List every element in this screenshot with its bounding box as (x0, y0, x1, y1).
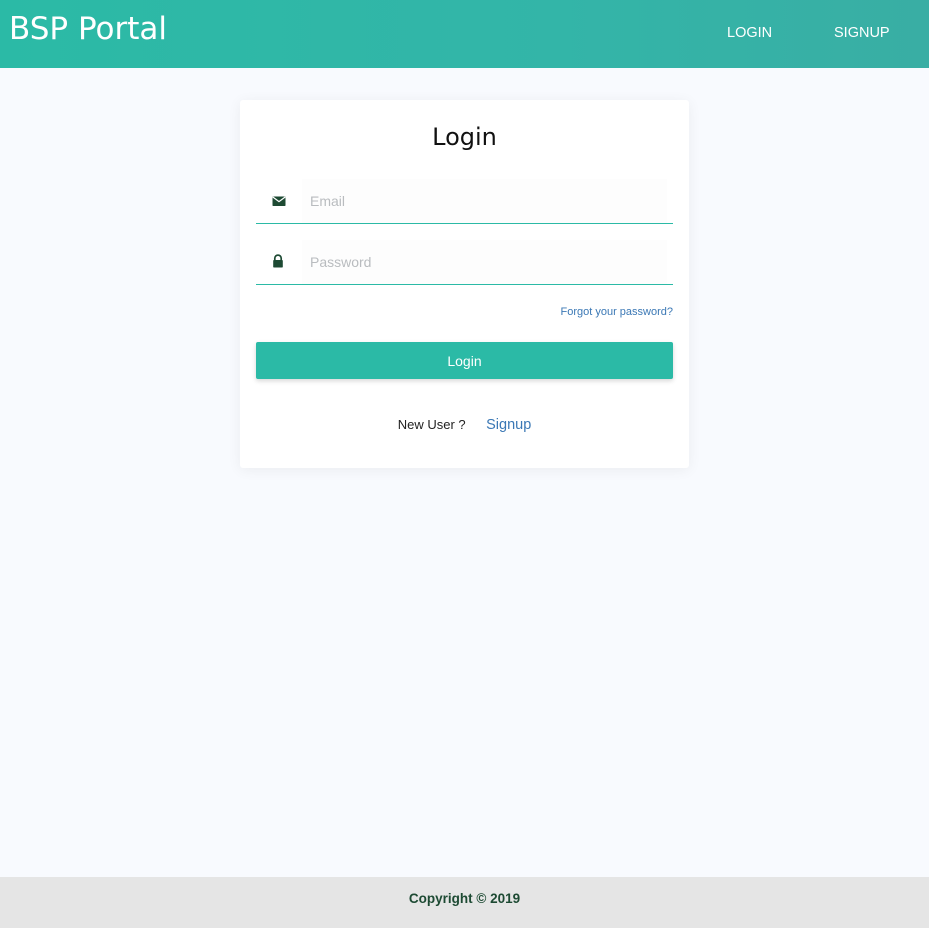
new-user-row: New User ? Signup (240, 416, 689, 434)
forgot-password-link[interactable]: Forgot your password? (561, 306, 674, 318)
login-button[interactable]: Login (256, 342, 673, 379)
top-navbar: BSP Portal LOGIN SIGNUP (0, 0, 929, 68)
brand-title[interactable]: BSP Portal (9, 10, 167, 48)
password-input[interactable] (302, 240, 667, 284)
nav-login-link[interactable]: LOGIN (727, 24, 772, 42)
login-card: Login Forgot your password? Login New Us… (240, 100, 689, 468)
login-title: Login (432, 123, 497, 151)
password-field-group (256, 240, 673, 285)
new-user-label: New User ? (397, 417, 466, 432)
copyright-text: Copyright © 2019 (408, 891, 521, 906)
signup-link[interactable]: Signup (486, 417, 531, 433)
password-icon-box (256, 240, 302, 284)
footer: Copyright © 2019 (0, 877, 929, 928)
nav-signup-link[interactable]: SIGNUP (834, 24, 890, 42)
email-field-group (256, 179, 673, 224)
email-icon-box (256, 179, 302, 223)
envelope-icon (272, 196, 286, 206)
lock-icon (273, 254, 283, 268)
email-input[interactable] (302, 179, 667, 223)
